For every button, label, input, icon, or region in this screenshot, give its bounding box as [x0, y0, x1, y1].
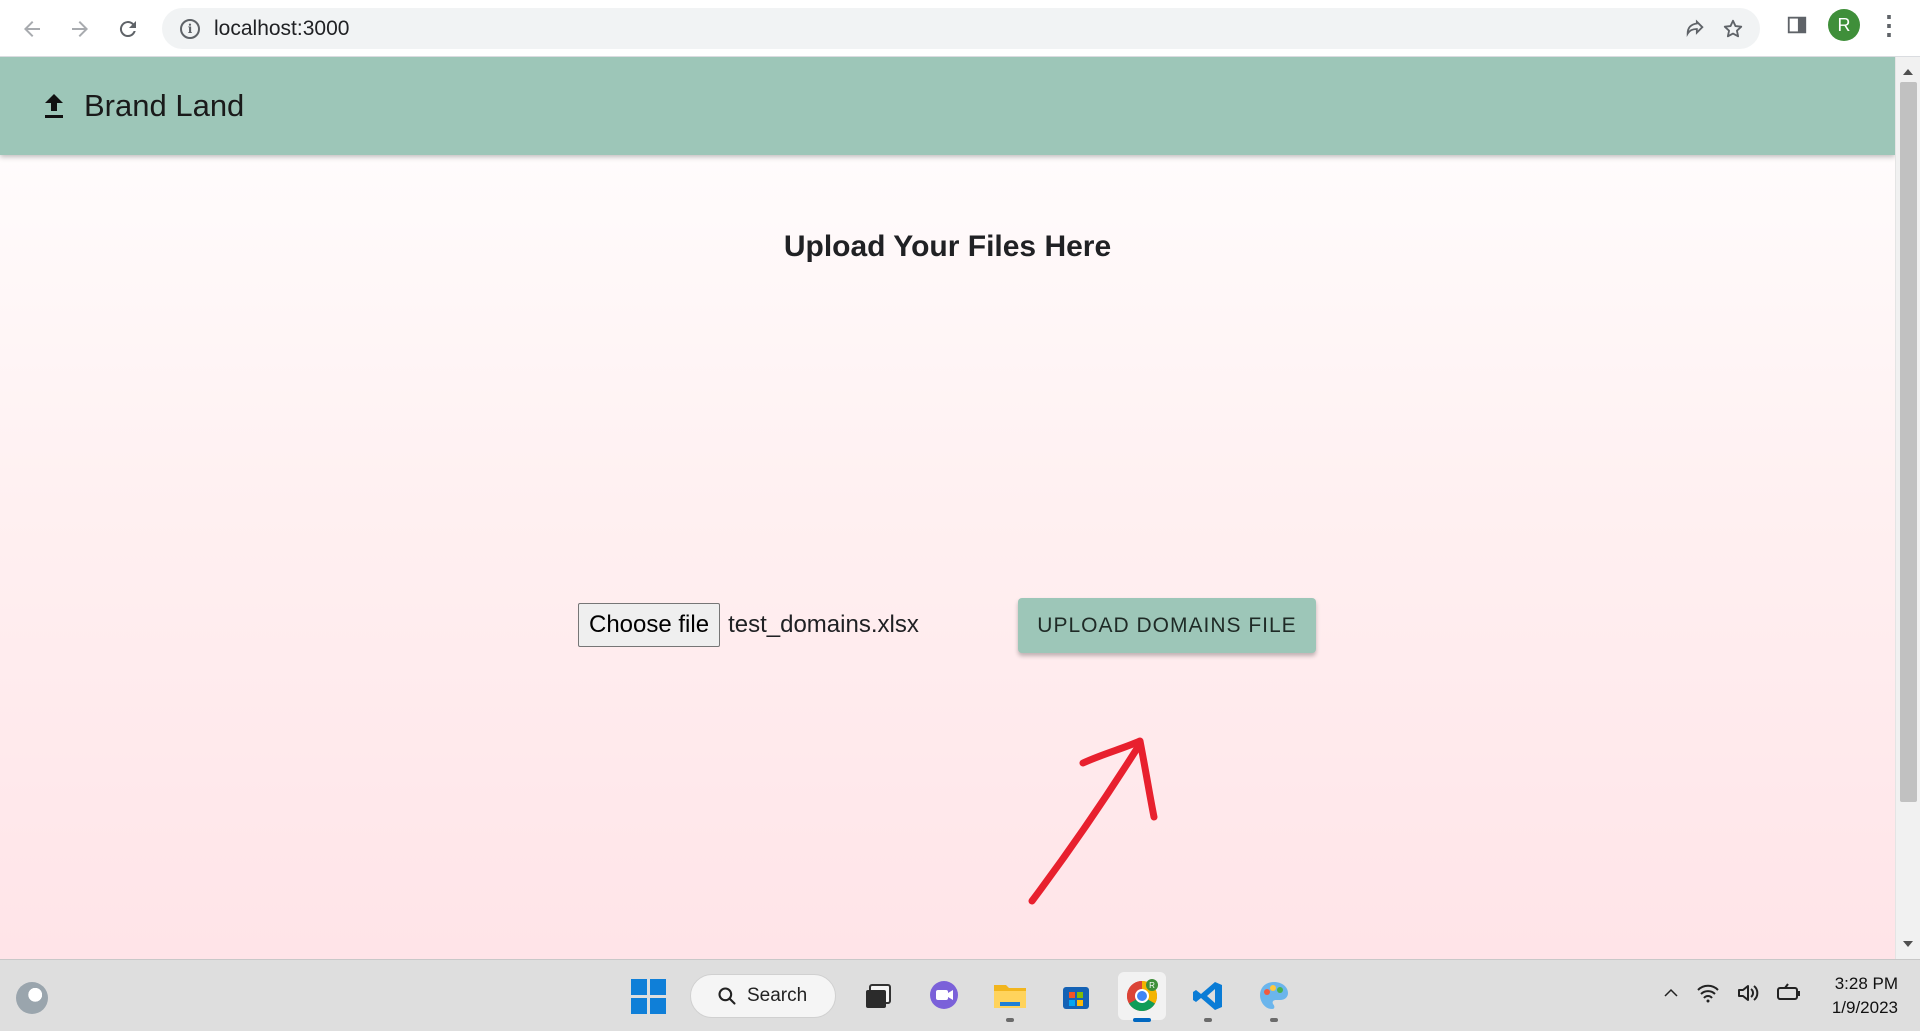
browser-toolbar: i localhost:3000 R ⋮: [0, 0, 1920, 57]
bookmark-star-icon[interactable]: [1718, 14, 1748, 44]
start-button[interactable]: [624, 972, 672, 1020]
volume-icon[interactable]: [1736, 982, 1760, 1010]
taskbar-clock[interactable]: 3:28 PM 1/9/2023: [1832, 972, 1898, 1020]
vscode-icon: [1193, 982, 1222, 1010]
search-label: Search: [747, 985, 808, 1006]
store-icon: [1063, 987, 1089, 1009]
address-bar[interactable]: i localhost:3000: [162, 8, 1760, 49]
app-header: Brand Land: [0, 57, 1895, 155]
chrome-icon: R: [1126, 979, 1158, 1012]
back-button[interactable]: [12, 9, 52, 49]
paint-button[interactable]: [1250, 972, 1298, 1022]
chrome-button[interactable]: R: [1118, 972, 1166, 1022]
teams-chat-button[interactable]: [920, 972, 968, 1020]
page-title: Upload Your Files Here: [783, 230, 1112, 263]
file-explorer-button[interactable]: [986, 972, 1034, 1022]
arrow-left-icon: [24, 21, 40, 37]
scroll-thumb[interactable]: [1900, 82, 1917, 802]
paint-icon: [1260, 982, 1288, 1009]
clock-time: 3:28 PM: [1834, 974, 1898, 993]
file-explorer-icon: [994, 985, 1026, 1008]
file-input[interactable]: Choose file test_domains.xlsx: [578, 603, 919, 647]
scroll-down-icon[interactable]: [1903, 941, 1913, 947]
store-button[interactable]: [1052, 972, 1100, 1020]
page-scrollbar[interactable]: [1895, 57, 1920, 959]
share-icon[interactable]: [1680, 14, 1710, 44]
taskbar-search[interactable]: Search: [690, 974, 836, 1018]
scroll-up-icon[interactable]: [1903, 69, 1913, 75]
windows-taskbar: Search R 3:28 PM 1/9/2023: [0, 959, 1920, 1031]
brand-title: Brand Land: [84, 88, 245, 123]
reload-button[interactable]: [108, 9, 148, 49]
forward-button[interactable]: [60, 9, 100, 49]
wifi-icon[interactable]: [1696, 982, 1720, 1010]
reload-icon: [119, 21, 136, 38]
page-content: Brand Land Upload Your Files Here Choose…: [0, 57, 1895, 959]
selected-file-name: test_domains.xlsx: [728, 611, 919, 638]
task-view-button[interactable]: [854, 972, 902, 1020]
battery-icon[interactable]: [1776, 982, 1802, 1010]
teams-chat-icon: [930, 981, 958, 1009]
browser-menu-icon[interactable]: ⋮: [1876, 10, 1902, 41]
chrome-badge: R: [1149, 981, 1155, 990]
search-icon: [718, 987, 736, 1005]
choose-file-button[interactable]: Choose file: [578, 603, 721, 647]
site-info-icon[interactable]: i: [180, 18, 200, 39]
clock-date: 1/9/2023: [1831, 998, 1898, 1017]
vscode-button[interactable]: [1184, 972, 1232, 1022]
url-text[interactable]: localhost:3000: [214, 17, 349, 41]
red-arrow-annotation: [1028, 737, 1158, 905]
upload-domains-file-button[interactable]: UPLOAD DOMAINS FILE: [1018, 598, 1316, 653]
widgets-icon[interactable]: [16, 982, 48, 1014]
task-view-icon: [866, 984, 891, 1008]
chevron-up-icon[interactable]: [1662, 984, 1680, 1008]
windows-logo-icon: [630, 978, 666, 1014]
arrow-right-icon: [72, 21, 88, 37]
side-panel-icon[interactable]: [1782, 10, 1812, 40]
profile-avatar[interactable]: R: [1828, 9, 1860, 41]
upload-icon: [45, 94, 63, 118]
